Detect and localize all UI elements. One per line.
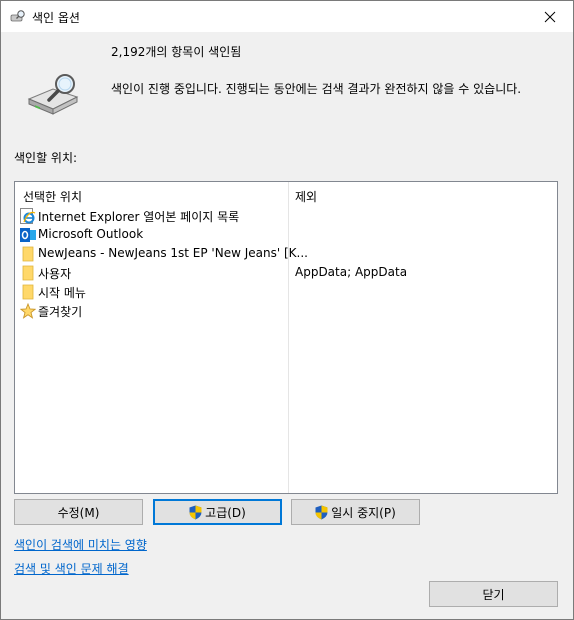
modify-button[interactable]: 수정(M) [14, 499, 143, 525]
internet-explorer-icon [20, 208, 36, 224]
indexing-status-message: 색인이 진행 중입니다. 진행되는 동안에는 검색 결과가 완전하지 않을 수 … [111, 82, 522, 96]
list-item[interactable]: 사용자 AppData; AppData [15, 263, 557, 282]
pause-button-label: 일시 중지(P) [331, 505, 396, 520]
location-name: NewJeans - NewJeans 1st EP 'New Jeans' [… [38, 246, 308, 260]
close-button[interactable]: 닫기 [429, 581, 558, 607]
troubleshoot-link[interactable]: 검색 및 색인 문제 해결 [14, 560, 129, 577]
uac-shield-icon [189, 505, 202, 519]
location-exclude: AppData; AppData [295, 265, 408, 279]
title-bar[interactable]: 색인 옵션 [1, 1, 573, 32]
folder-icon [22, 246, 34, 262]
folder-icon [22, 284, 34, 300]
indexing-drive-icon [27, 74, 79, 115]
advanced-button[interactable]: 고급(D) [153, 499, 282, 525]
close-icon [544, 11, 556, 22]
list-item[interactable]: NewJeans - NewJeans 1st EP 'New Jeans' [… [15, 244, 557, 263]
star-icon [20, 303, 36, 319]
outlook-icon [20, 228, 36, 242]
list-item[interactable]: Internet Explorer 열어본 페이지 목록 [15, 206, 557, 225]
window-title: 색인 옵션 [32, 11, 80, 25]
locations-label: 색인할 위치: [14, 151, 78, 165]
close-button-label: 닫기 [482, 587, 505, 602]
uac-shield-icon [315, 505, 328, 519]
close-window-button[interactable] [527, 1, 573, 32]
location-name: 시작 메뉴 [38, 286, 86, 300]
column-header-exclude[interactable]: 제외 [295, 188, 317, 205]
advanced-button-label: 고급(D) [205, 505, 246, 520]
indexing-options-window: 색인 옵션 2,192개의 항목이 색인됨 색인이 진행 중입니다. 진행되는 … [0, 0, 574, 620]
list-item[interactable]: 시작 메뉴 [15, 282, 557, 301]
indexed-item-count: 2,192개의 항목이 색인됨 [111, 45, 242, 59]
folder-icon [22, 265, 34, 281]
location-name: Microsoft Outlook [38, 227, 144, 241]
location-name: Internet Explorer 열어본 페이지 목록 [38, 210, 240, 224]
indexed-locations-list[interactable]: 선택한 위치 제외 Internet Explorer 열어본 페이지 목록 M… [14, 181, 558, 494]
list-item[interactable]: 즐겨찾기 [15, 301, 557, 320]
pause-button[interactable]: 일시 중지(P) [291, 499, 420, 525]
location-name: 사용자 [38, 267, 72, 281]
column-header-selected-location[interactable]: 선택한 위치 [23, 188, 82, 205]
list-item[interactable]: Microsoft Outlook [15, 225, 557, 244]
location-name: 즐겨찾기 [38, 305, 83, 319]
modify-button-label: 수정(M) [57, 505, 100, 520]
indexing-effect-link[interactable]: 색인이 검색에 미치는 영향 [14, 536, 147, 553]
indexing-options-icon [10, 10, 25, 22]
